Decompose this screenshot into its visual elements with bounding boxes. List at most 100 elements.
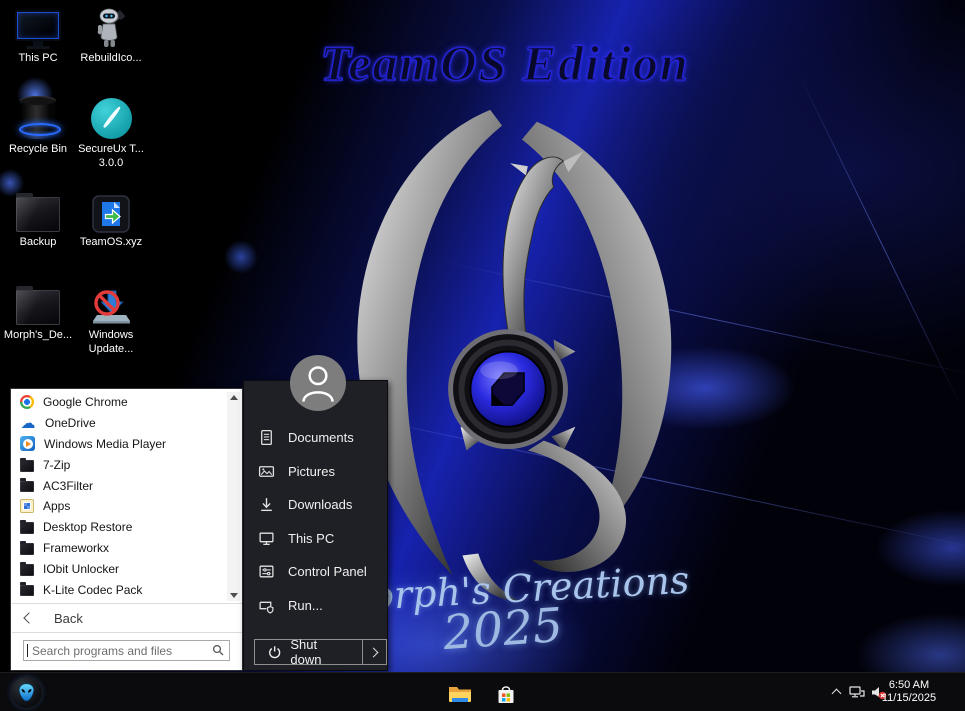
program-label: Desktop Restore (43, 520, 133, 535)
dark-folder-icon (20, 478, 34, 493)
desktop-icon-teamos-xyz[interactable]: TeamOS.xyz (74, 189, 148, 249)
menu-divider (12, 603, 242, 604)
desktop-icon-label: SecureUx T... (78, 143, 144, 155)
taskbar: 6:50 AM 11/15/2025 (0, 672, 965, 711)
download-arrow-icon (261, 498, 272, 512)
program-item-iobit-unlocker[interactable]: IObit Unlocker (11, 558, 229, 579)
network-icon[interactable] (849, 686, 865, 700)
shutdown-button[interactable]: Shut down (254, 637, 387, 667)
shutdown-options-arrow[interactable] (362, 639, 387, 665)
user-avatar[interactable] (290, 355, 346, 411)
dark-folder-icon (20, 520, 34, 534)
folder-icon (449, 687, 471, 702)
program-item-google-chrome[interactable]: Google Chrome (11, 392, 229, 413)
desktop-icon-secureux[interactable]: SecureUx T... 3.0.0 (74, 96, 148, 170)
back-button[interactable]: Back (11, 605, 243, 631)
scroll-down-icon[interactable] (229, 593, 238, 598)
chrome-icon (20, 395, 34, 410)
onedrive-cloud-icon (20, 416, 36, 431)
user-silhouette-icon (302, 366, 334, 402)
this-pc-monitor-icon (15, 10, 61, 49)
chevron-up-icon[interactable] (831, 688, 842, 699)
program-item-ac3filter[interactable]: AC3Filter (11, 475, 229, 496)
program-label: 7-Zip (43, 457, 71, 472)
menu-item-pictures[interactable]: Pictures (244, 455, 387, 489)
desktop-icon-backup[interactable]: Backup (1, 189, 75, 249)
desktop-icon-windows-update[interactable]: Windows Update... (74, 282, 148, 356)
shutdown-label: Shut down (290, 637, 322, 667)
start-menu: Google Chrome OneDrive Windows Media Pla… (10, 355, 388, 671)
taskbar-clock[interactable]: 6:50 AM 11/15/2025 (871, 679, 947, 705)
taskbar-file-explorer[interactable] (446, 681, 474, 707)
apps-grid-icon (20, 499, 34, 514)
menu-item-control-panel[interactable]: Control Panel (244, 555, 387, 589)
program-item-apps[interactable]: Apps (11, 496, 229, 517)
recycle-bin-icon (19, 96, 61, 139)
menu-item-downloads[interactable]: Downloads (244, 488, 387, 522)
program-item-7zip[interactable]: 7-Zip (11, 454, 229, 475)
menu-item-label: Pictures (288, 463, 335, 479)
menu-item-label: Run... (288, 597, 323, 613)
search-input[interactable] (23, 640, 230, 661)
dark-folder-icon (16, 193, 60, 232)
teamos-file-icon (92, 195, 130, 233)
control-panel-icon (259, 565, 274, 578)
pictures-icon (258, 465, 275, 477)
program-item-windows-media-player[interactable]: Windows Media Player (11, 434, 229, 455)
desktop-icon-rebuildico[interactable]: RebuildIco... (74, 5, 148, 65)
menu-item-label: Documents (288, 430, 354, 446)
secureux-brush-icon (90, 98, 132, 139)
program-label: Frameworkx (43, 540, 110, 555)
menu-divider (12, 632, 242, 633)
menu-item-documents[interactable]: Documents (244, 421, 387, 455)
dark-folder-icon (20, 582, 34, 597)
program-list: Google Chrome OneDrive Windows Media Pla… (11, 392, 229, 600)
program-list-scrollbar[interactable] (227, 392, 240, 601)
desktop-icon-recycle-bin[interactable]: Recycle Bin (1, 96, 75, 156)
desktop-icon-morphs-folder[interactable]: Morph's_De... (1, 282, 75, 342)
program-item-desktop-restore[interactable]: Desktop Restore (11, 517, 229, 538)
clock-time: 6:50 AM (888, 679, 930, 691)
search-box (23, 640, 230, 661)
program-label: Apps (43, 499, 71, 514)
desktop-icon-label: TeamOS.xyz (79, 236, 143, 248)
program-label: Google Chrome (43, 395, 128, 410)
start-button[interactable] (11, 677, 42, 708)
dragon-emblem (448, 329, 568, 450)
menu-item-this-pc[interactable]: This PC (244, 522, 387, 556)
desktop-icon-this-pc[interactable]: This PC (1, 5, 75, 65)
scroll-up-icon[interactable] (229, 395, 238, 400)
power-icon (269, 646, 281, 659)
document-icon (261, 430, 272, 446)
desktop-icon-label: This PC (18, 52, 58, 64)
desktop-screen: TeamOS Edition Morph's Creations 2025 Th… (0, 0, 965, 711)
desktop-icon-label: Backup (19, 236, 57, 248)
menu-item-label: Control Panel (288, 564, 367, 580)
start-menu-places-panel: Documents Pictures Downloads This PC Con… (243, 380, 388, 671)
wallpaper-seam (796, 69, 964, 412)
desktop-icon-label: Morph's_De... (3, 329, 73, 341)
shutdown-main[interactable]: Shut down (254, 637, 363, 667)
clock-date: 11/15/2025 (881, 692, 937, 704)
desktop-icon-label: Windows (88, 329, 134, 341)
run-window-icon (259, 601, 274, 614)
start-menu-programs-panel: Google Chrome OneDrive Windows Media Pla… (10, 388, 243, 671)
menu-item-label: This PC (288, 530, 335, 546)
dark-folder-icon (20, 540, 34, 555)
program-label: IObit Unlocker (43, 561, 120, 576)
program-item-onedrive[interactable]: OneDrive (11, 413, 229, 434)
program-item-frameworkx[interactable]: Frameworkx (11, 538, 229, 559)
dark-folder-icon (20, 457, 34, 472)
chevron-left-icon (23, 612, 35, 624)
taskbar-microsoft-store[interactable] (492, 681, 520, 707)
desktop-icon-label: Recycle Bin (8, 143, 68, 155)
dark-folder-icon (20, 561, 34, 576)
media-player-icon (20, 436, 35, 452)
program-item-klite-codec-pack[interactable]: K-Lite Codec Pack (11, 579, 229, 600)
program-label: AC3Filter (43, 478, 94, 493)
menu-item-run[interactable]: Run... (244, 589, 387, 623)
desktop-icon-label-line2: 3.0.0 (98, 157, 124, 169)
robot-icon (97, 8, 126, 47)
text-caret (27, 644, 28, 657)
monitor-icon (259, 532, 274, 545)
